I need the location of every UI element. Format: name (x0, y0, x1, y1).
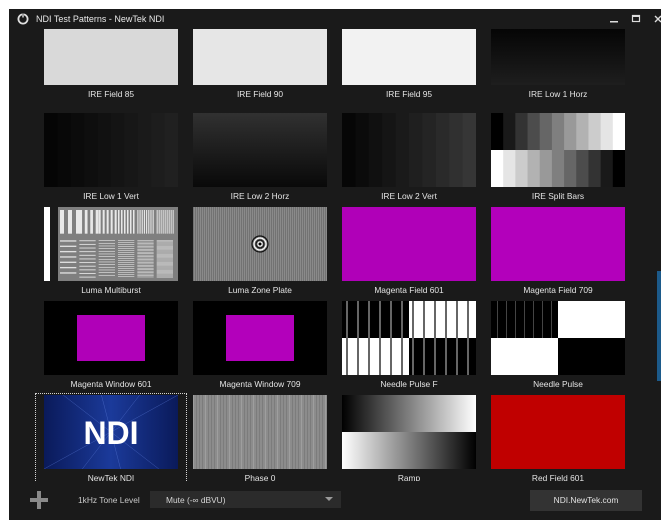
pattern-label: Magenta Field 601 (374, 285, 444, 295)
pattern-thumbnail (491, 301, 625, 375)
pattern-tile[interactable]: IRE Field 85 (44, 29, 178, 103)
pattern-label: Needle Pulse F (380, 379, 438, 389)
pattern-tile[interactable]: IRE Field 90 (193, 29, 327, 103)
pattern-tile[interactable]: IRE Low 1 Vert (44, 113, 178, 205)
pattern-label: IRE Low 1 Horz (528, 89, 588, 99)
pattern-tile[interactable]: Magenta Window 709 (193, 301, 327, 393)
pattern-label: Magenta Window 601 (70, 379, 152, 389)
pattern-grid: IRE Field 85 IRE Field 90 IRE Field 95 IRE … (9, 29, 661, 489)
pattern-thumbnail-frame (193, 29, 327, 85)
pattern-thumbnail-frame: NDI (44, 395, 178, 469)
pattern-tile[interactable]: Luma Zone Plate (193, 207, 327, 299)
pattern-tile[interactable]: Luma Multiburst (44, 207, 178, 299)
pattern-thumbnail (342, 207, 476, 281)
pattern-thumbnail-frame (193, 207, 327, 281)
pattern-label: IRE Split Bars (531, 191, 585, 201)
pattern-tile[interactable]: Phase 0 (193, 395, 327, 487)
pattern-thumbnail (491, 29, 625, 85)
pattern-thumbnail (491, 395, 625, 469)
pattern-thumbnail-frame (44, 113, 178, 187)
pattern-thumbnail-frame (193, 395, 327, 469)
pattern-thumbnail-frame (342, 29, 476, 85)
pattern-thumbnail (342, 395, 476, 469)
pattern-thumbnail-frame (342, 301, 476, 375)
pattern-tile[interactable]: IRE Low 1 Horz (491, 29, 625, 103)
pattern-thumbnail-frame (491, 113, 625, 187)
pattern-thumbnail (193, 395, 327, 469)
scrollbar[interactable] (657, 271, 661, 381)
minimize-icon (610, 21, 618, 23)
pattern-thumbnail-frame (491, 207, 625, 281)
pattern-thumbnail (44, 207, 178, 281)
pattern-label: Luma Zone Plate (228, 285, 292, 295)
pattern-thumbnail-frame (44, 207, 178, 281)
pattern-label: Luma Multiburst (81, 285, 141, 295)
pattern-thumbnail (342, 301, 476, 375)
pattern-label: Magenta Window 709 (219, 379, 301, 389)
pattern-tile[interactable]: Magenta Window 601 (44, 301, 178, 393)
pattern-thumbnail-frame (342, 207, 476, 281)
close-icon (654, 15, 661, 23)
pattern-thumbnail-frame (491, 29, 625, 85)
pattern-label: IRE Low 2 Vert (381, 191, 437, 201)
pattern-thumbnail (44, 301, 178, 375)
pattern-thumbnail-frame (342, 395, 476, 469)
tone-level-label: 1kHz Tone Level (78, 495, 140, 505)
window-title: NDI Test Patterns - NewTek NDI (36, 14, 165, 24)
pattern-thumbnail-frame (491, 301, 625, 375)
pattern-label: IRE Field 85 (87, 89, 135, 99)
pattern-label: IRE Low 1 Vert (83, 191, 139, 201)
app-window: NDI Test Patterns - NewTek NDI IRE Field… (9, 9, 661, 520)
pattern-thumbnail-frame (491, 395, 625, 469)
pattern-tile[interactable]: Needle Pulse F (342, 301, 476, 393)
pattern-thumbnail (193, 113, 327, 187)
pattern-tile[interactable]: Red Field 601 (491, 395, 625, 487)
pattern-thumbnail-frame (193, 301, 327, 375)
chevron-down-icon (325, 497, 333, 501)
pattern-tile[interactable]: Needle Pulse (491, 301, 625, 393)
pattern-label: Needle Pulse (533, 379, 583, 389)
ndi-app-icon (17, 13, 29, 25)
add-source-button[interactable] (30, 491, 48, 509)
close-button[interactable] (647, 9, 661, 29)
title-bar[interactable]: NDI Test Patterns - NewTek NDI (9, 9, 661, 29)
pattern-thumbnail-frame (44, 301, 178, 375)
pattern-thumbnail-frame (342, 113, 476, 187)
pattern-tile[interactable]: Ramp (342, 395, 476, 487)
pattern-label: IRE Field 90 (236, 89, 284, 99)
maximize-button[interactable] (625, 9, 647, 29)
pattern-tile[interactable]: Magenta Field 601 (342, 207, 476, 299)
pattern-tile[interactable]: NDI NewTek NDI (35, 393, 187, 489)
pattern-thumbnail (342, 113, 476, 187)
pattern-tile[interactable]: IRE Field 95 (342, 29, 476, 103)
pattern-label: IRE Low 2 Horz (230, 191, 290, 201)
pattern-thumbnail-frame (44, 29, 178, 85)
tone-level-value: Mute (-∞ dBVU) (166, 495, 226, 505)
pattern-thumbnail (491, 113, 625, 187)
minimize-button[interactable] (603, 9, 625, 29)
pattern-tile[interactable]: IRE Low 2 Horz (193, 113, 327, 205)
pattern-thumbnail (193, 301, 327, 375)
pattern-tile[interactable]: IRE Low 2 Vert (342, 113, 476, 205)
pattern-thumbnail (193, 207, 327, 281)
pattern-thumbnail: NDI (44, 395, 178, 469)
tone-level-select[interactable]: Mute (-∞ dBVU) (150, 491, 341, 508)
pattern-tile[interactable]: Magenta Field 709 (491, 207, 625, 299)
pattern-thumbnail (342, 29, 476, 85)
pattern-label: IRE Field 95 (385, 89, 433, 99)
pattern-thumbnail (491, 207, 625, 281)
bottom-toolbar: 1kHz Tone Level Mute (-∞ dBVU) NDI.NewTe… (9, 481, 661, 520)
ndi-logo-text: NDI (83, 415, 138, 451)
ndi-website-button[interactable]: NDI.NewTek.com (530, 490, 642, 511)
pattern-thumbnail-frame (193, 113, 327, 187)
pattern-thumbnail (44, 29, 178, 85)
pattern-thumbnail (193, 29, 327, 85)
pattern-thumbnail (44, 113, 178, 187)
pattern-label: Magenta Field 709 (523, 285, 593, 295)
maximize-icon (631, 14, 641, 23)
pattern-tile[interactable]: IRE Split Bars (491, 113, 625, 205)
